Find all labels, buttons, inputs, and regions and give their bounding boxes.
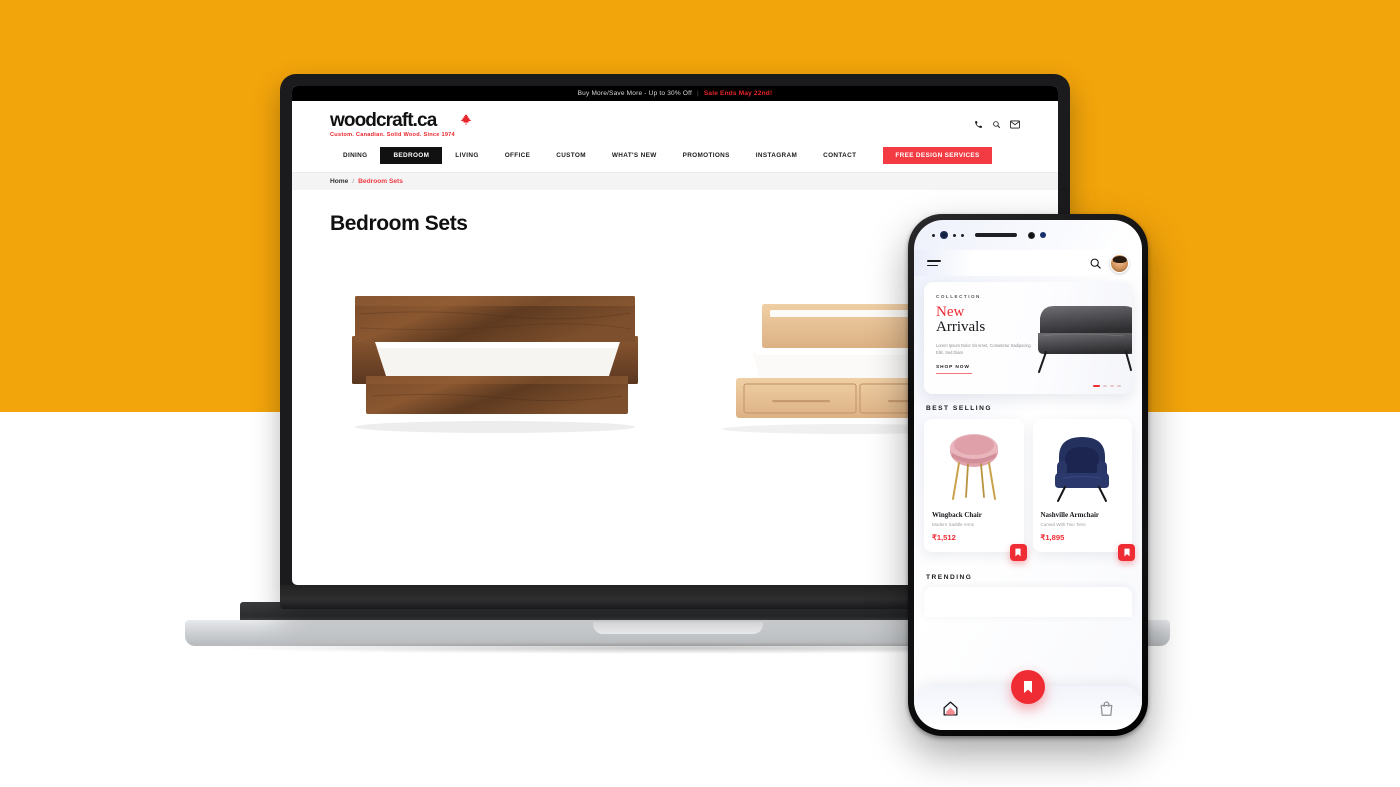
app-header-actions (1089, 253, 1129, 273)
pink-wingback-chair-image (949, 434, 998, 500)
brand-name: woodcraft.ca (330, 109, 437, 131)
best-selling-list: Wingback Chair Modern Saddle Arms ₹1,512 (914, 419, 1142, 561)
phone-icon[interactable] (974, 120, 983, 129)
carousel-dot-1[interactable] (1093, 385, 1100, 387)
nav-item-dining[interactable]: DINING (330, 147, 380, 164)
shop-now-underline (936, 372, 972, 375)
front-camera-icon (940, 231, 948, 239)
product-name: Nashville Armchair (1040, 511, 1100, 519)
breadcrumb-current: Bedroom Sets (358, 178, 403, 185)
product-image (1041, 427, 1125, 503)
site-header: woodcraft.ca Custom. Canadian. Solid Woo… (292, 101, 1058, 147)
iris-scanner-icon (1028, 231, 1035, 239)
earpiece-speaker-icon (975, 233, 1017, 237)
bottom-navigation-bar (914, 670, 1142, 730)
proximity-sensor-icon (1040, 232, 1046, 238)
carousel-dot-3[interactable] (1110, 385, 1114, 387)
best-selling-title: BEST SELLING (926, 405, 992, 412)
nav-item-living[interactable]: LIVING (442, 147, 491, 164)
trending-title: TRENDING (926, 574, 973, 581)
nav-item-instagram[interactable]: INSTAGRAM (743, 147, 810, 164)
bookmark-fab-button[interactable] (1011, 670, 1045, 704)
breadcrumb: Home / Bedroom Sets (292, 172, 1058, 190)
header-icon-group (974, 120, 1020, 129)
bookmark-icon (1015, 548, 1021, 557)
promo-deadline: Sale Ends May 22nd! (703, 90, 773, 97)
carousel-dot-4[interactable] (1117, 385, 1121, 387)
product-card[interactable]: Wingback Chair Modern Saddle Arms ₹1,512 (924, 419, 1027, 561)
phone-mockup: COLLECTION New Arrivals Lorem Ipsum Dolo… (908, 214, 1148, 736)
product-description: Modern Saddle Arms (932, 522, 975, 527)
breadcrumb-separator: / (352, 178, 355, 185)
nav-item-whats-new[interactable]: WHAT'S NEW (599, 147, 670, 164)
promo-separator: | (696, 90, 699, 97)
bookmark-icon (1123, 548, 1130, 557)
user-avatar[interactable] (1110, 253, 1129, 273)
nav-cart-button[interactable] (1099, 700, 1114, 717)
main-navigation: DINING BEDROOM LIVING OFFICE CUSTOM WHAT… (292, 147, 1058, 172)
maple-leaf-icon (460, 112, 472, 125)
screenshot-stage: Buy More/Save More - Up to 30% Off | Sal… (0, 0, 1400, 787)
product-description: Curved With Two Tiers (1040, 522, 1086, 527)
hero-subtitle: Lorem Ipsum Dolor Sit Amet, Consetetur S… (936, 342, 1031, 355)
brand-logo[interactable]: woodcraft.ca Custom. Canadian. Solid Woo… (330, 111, 472, 138)
product-card[interactable]: Nashville Armchair Curved With Two Tiers… (1032, 419, 1135, 561)
nav-item-contact[interactable]: CONTACT (810, 147, 869, 164)
envelope-icon[interactable] (1010, 120, 1020, 129)
search-icon[interactable] (992, 120, 1001, 129)
home-icon (943, 700, 958, 716)
nav-home-button[interactable] (942, 700, 959, 717)
free-design-services-button[interactable]: FREE DESIGN SERVICES (883, 147, 992, 164)
app-header (914, 250, 1142, 276)
nav-item-office[interactable]: OFFICE (492, 147, 544, 164)
bookmark-icon (1024, 681, 1032, 693)
nav-item-custom[interactable]: CUSTOM (543, 147, 599, 164)
phone-screen: COLLECTION New Arrivals Lorem Ipsum Dolo… (914, 220, 1142, 730)
product-name: Wingback Chair (932, 511, 982, 519)
hero-carousel-dots[interactable] (1093, 385, 1121, 387)
bookmark-button[interactable] (1009, 544, 1027, 561)
sensor-dot-icon (961, 233, 964, 237)
bookmark-button[interactable] (1118, 544, 1135, 561)
sensor-dot-icon (953, 233, 956, 237)
promo-message: Buy More/Save More - Up to 30% Off (577, 90, 692, 97)
brand-tagline: Custom. Canadian. Solid Wood. Since 1974 (330, 131, 455, 138)
promo-bar: Buy More/Save More - Up to 30% Off | Sal… (292, 86, 1058, 101)
product-price: ₹1,512 (932, 533, 956, 542)
product-image (932, 427, 1016, 503)
nav-item-bedroom[interactable]: BEDROOM (380, 147, 443, 164)
trending-card-peek[interactable] (924, 587, 1132, 617)
shopping-bag-icon (1100, 701, 1113, 716)
nav-item-promotions[interactable]: PROMOTIONS (670, 147, 743, 164)
sensor-dot-icon (932, 233, 935, 237)
search-icon[interactable] (1089, 257, 1102, 270)
laptop-front-notch (592, 622, 763, 634)
hamburger-menu-icon[interactable] (927, 257, 941, 269)
mobile-app: COLLECTION New Arrivals Lorem Ipsum Dolo… (914, 250, 1142, 730)
grey-sofa-image (1038, 306, 1132, 373)
product-price: ₹1,895 (1040, 533, 1065, 542)
carousel-dot-2[interactable] (1103, 385, 1107, 387)
hero-banner-card[interactable]: COLLECTION New Arrivals Lorem Ipsum Dolo… (924, 282, 1132, 394)
navy-armchair-image (1055, 437, 1110, 502)
hero-kicker: COLLECTION (936, 294, 981, 299)
breadcrumb-home-link[interactable]: Home (330, 178, 348, 185)
phone-sensor-array (914, 220, 1142, 250)
dark-walnut-platform-bed[interactable] (330, 284, 660, 434)
